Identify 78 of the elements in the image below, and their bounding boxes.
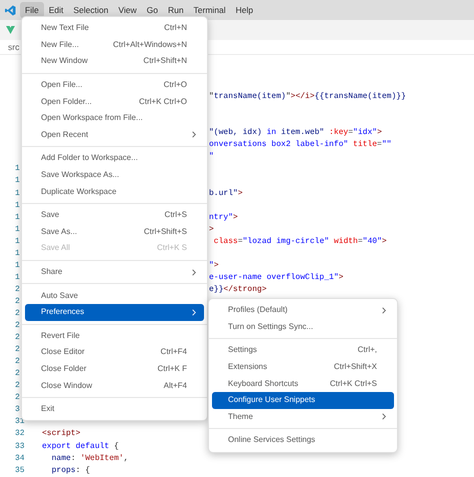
line-number: 2 <box>15 310 20 318</box>
line-number: 33 <box>15 442 25 451</box>
menu-bar-item[interactable]: Edit <box>44 2 68 18</box>
line-number: 2 <box>15 298 20 306</box>
line-number: 1 <box>15 190 20 198</box>
menu-item[interactable]: Online Services Settings <box>212 432 394 449</box>
menu-item[interactable]: Close Folder Ctrl+K F <box>25 360 204 378</box>
menu-item[interactable]: Close Window Alt+F4 <box>25 377 204 394</box>
menu-item[interactable]: Duplicate Workspace <box>25 183 204 200</box>
menu-item[interactable]: Save Workspace As... <box>25 166 204 184</box>
code-line: ntry"> <box>209 214 238 222</box>
line-number: 2 <box>15 358 20 366</box>
line-number: 1 <box>15 274 20 282</box>
menu-bar-item[interactable]: Terminal <box>188 2 231 18</box>
code-line: e}}</strong> <box>209 286 267 294</box>
code-line: "> <box>209 262 219 270</box>
menu-item[interactable]: Open Folder... Ctrl+K Ctrl+O <box>25 93 204 110</box>
menu-item[interactable]: Auto Save <box>25 287 204 304</box>
menu-item[interactable]: Preferences <box>25 304 204 320</box>
line-number: 1 <box>15 238 20 246</box>
menu-item[interactable]: Open Recent <box>25 126 204 144</box>
code-line: "transName(item)"></i>{{transName(item)}} <box>209 93 406 102</box>
line-number: 2 <box>15 394 20 402</box>
menu-item[interactable]: Theme <box>212 408 394 426</box>
code-line: class="lozad img-circle" width="40"> <box>212 238 387 246</box>
menu-item[interactable]: Configure User Snippets <box>212 392 394 409</box>
menu-bar-item[interactable]: View <box>113 2 142 18</box>
menu-item[interactable]: Add Folder to Workspace... <box>25 150 204 167</box>
code-line: <script> <box>42 430 80 438</box>
menu-item[interactable]: Share <box>25 264 204 280</box>
line-number: 34 <box>15 454 25 463</box>
line-number: 35 <box>15 466 25 475</box>
menu-item[interactable]: Save Ctrl+S <box>25 206 204 224</box>
menu-bar-item[interactable]: Go <box>142 2 163 18</box>
menu-item[interactable]: New Window Ctrl+Shift+N <box>25 53 204 70</box>
menu-item[interactable]: Profiles (Default) <box>212 302 394 319</box>
code-line: b.url"> <box>209 190 243 198</box>
line-number: 2 <box>15 382 20 390</box>
menu-item[interactable]: Open Workspace from File... <box>25 110 204 127</box>
code-line: > <box>209 226 214 234</box>
menu-item[interactable]: Extensions Ctrl+Shift+X <box>212 358 394 376</box>
code-line: props: { <box>50 466 90 475</box>
line-number: 2 <box>15 286 20 294</box>
code-line: onversations box2 label-info" title="" <box>209 141 392 150</box>
line-number: 2 <box>15 346 20 354</box>
vue-file-icon <box>6 26 15 34</box>
menu-bar-item[interactable]: Run <box>162 2 189 18</box>
menu-bar-item[interactable]: File <box>20 2 44 18</box>
line-number: 32 <box>15 430 25 438</box>
code-line: e-user-name overflowClip_1"> <box>209 274 344 282</box>
line-number: 1 <box>15 214 20 222</box>
menu-item[interactable]: Keyboard Shortcuts Ctrl+K Ctrl+S <box>212 375 394 392</box>
app-logo-icon <box>5 4 16 16</box>
line-number: 2 <box>15 334 20 342</box>
menu-item[interactable]: New File... Ctrl+Alt+Windows+N <box>25 36 204 54</box>
menu-item[interactable]: Revert File <box>25 328 204 344</box>
line-number: 1 <box>15 226 20 234</box>
menu-item[interactable]: Save As... Ctrl+Shift+S <box>25 224 204 240</box>
code-line: " <box>209 153 214 162</box>
menu-bar-item[interactable]: Help <box>230 2 258 18</box>
menu-item[interactable]: Open File... Ctrl+O <box>25 76 204 94</box>
breadcrumb-item[interactable]: src <box>8 40 20 54</box>
menu-item[interactable]: Exit <box>25 400 204 418</box>
line-number: 1 <box>15 177 20 186</box>
line-number: 1 <box>15 202 20 210</box>
line-number: 1 <box>15 165 20 174</box>
line-number: 2 <box>15 370 20 378</box>
menu-item[interactable]: Close Editor Ctrl+F4 <box>25 344 204 361</box>
code-line: name: 'WebItem', <box>50 454 128 463</box>
menu-item[interactable]: Turn on Settings Sync... <box>212 318 394 336</box>
menu-bar-item[interactable]: Selection <box>68 2 114 18</box>
line-number: 2 <box>15 322 20 330</box>
line-number: 1 <box>15 250 20 258</box>
line-number: 1 <box>15 262 20 270</box>
code-line: export default { <box>42 442 119 451</box>
menu-item[interactable]: Settings Ctrl+, <box>212 342 394 359</box>
code-line: "(web, idx) in item.web" :key="idx"> <box>209 129 382 138</box>
line-number: 3 <box>15 406 20 414</box>
